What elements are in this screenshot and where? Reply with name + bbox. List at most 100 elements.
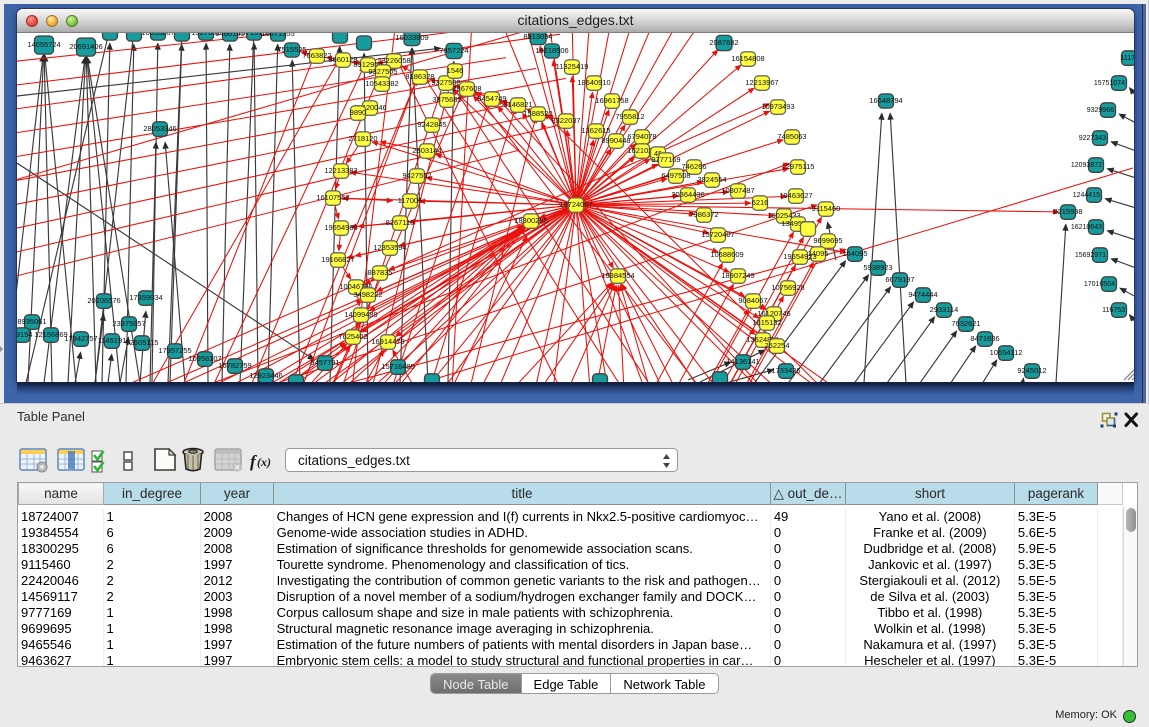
svg-text:18907249: 18907249	[721, 271, 754, 280]
svg-text:8215938: 8215938	[1053, 207, 1082, 216]
svg-text:19654985: 19654985	[324, 223, 357, 232]
svg-text:10654112: 10654112	[990, 348, 1023, 357]
svg-text:12353594: 12353594	[373, 243, 406, 252]
svg-text:12923446: 12923446	[249, 371, 282, 380]
svg-text:6679197: 6679197	[885, 275, 914, 284]
svg-text:9699695: 9699695	[813, 236, 842, 245]
svg-text:1244415: 1244415	[1073, 192, 1100, 199]
svg-text:10807487: 10807487	[721, 186, 754, 195]
svg-text:20206576: 20206576	[87, 296, 120, 305]
svg-text:1546: 1546	[447, 66, 464, 75]
svg-text:16107552: 16107552	[316, 193, 349, 202]
svg-text:8813054: 8813054	[523, 33, 552, 41]
svg-text:19166827: 19166827	[321, 255, 354, 264]
svg-text:16782759: 16782759	[218, 361, 251, 370]
svg-text:10688609: 10688609	[710, 250, 743, 259]
svg-text:39154: 39154	[17, 330, 32, 339]
svg-text:7632621: 7632621	[951, 319, 980, 328]
svg-text:15692971: 15692971	[1075, 252, 1106, 259]
svg-text:9227343: 9227343	[1079, 135, 1106, 142]
svg-text:8990448: 8990448	[601, 136, 630, 145]
svg-text:11325419: 11325419	[556, 62, 589, 71]
svg-text:9327505: 9327505	[368, 67, 397, 76]
svg-text:2933114: 2933114	[930, 305, 959, 314]
svg-text:12093872: 12093872	[1071, 162, 1102, 169]
svg-text:17942757: 17942757	[64, 334, 97, 343]
svg-text:7485063: 7485063	[777, 132, 806, 141]
svg-text:9427552: 9427552	[402, 171, 431, 180]
svg-text:746266: 746266	[681, 162, 706, 171]
svg-text:8186328: 8186328	[405, 72, 434, 81]
svg-text:1588520: 1588520	[523, 109, 552, 118]
svg-text:3875685: 3875685	[432, 95, 461, 104]
svg-text:9777169: 9777169	[651, 155, 680, 164]
svg-text:15720407: 15720407	[701, 230, 734, 239]
svg-text:8322037: 8322037	[551, 116, 580, 125]
svg-text:19218506: 19218506	[535, 46, 568, 55]
svg-text:20364436: 20364436	[671, 190, 704, 199]
svg-text:12505115: 12505115	[126, 338, 159, 347]
svg-text:3824554: 3824554	[697, 175, 726, 184]
svg-text:252254: 252254	[764, 341, 789, 350]
svg-text:2718120: 2718120	[348, 134, 377, 143]
svg-text:9245012: 9245012	[1017, 366, 1046, 375]
svg-text:14136141: 14136141	[726, 357, 759, 366]
svg-text:6216: 6216	[752, 198, 769, 207]
svg-text:14055724: 14055724	[27, 40, 60, 49]
svg-text:1733426: 1733426	[771, 366, 800, 375]
svg-text:17016504: 17016504	[1084, 281, 1115, 288]
svg-text:20691406: 20691406	[69, 42, 102, 51]
svg-text:7857224: 7857224	[439, 46, 468, 55]
svg-text:117006: 117006	[398, 196, 422, 205]
svg-text:2803144: 2803144	[412, 146, 441, 155]
svg-text:18724007: 18724007	[559, 200, 592, 209]
svg-text:7955812: 7955812	[615, 112, 644, 121]
svg-text:citations_edges.txt: citations_edges.txt	[298, 453, 410, 468]
svg-text:7986372: 7986372	[689, 210, 718, 219]
svg-text:18300295: 18300295	[514, 216, 547, 225]
svg-text:6497508: 6497508	[661, 171, 690, 180]
svg-text:2867608: 2867608	[452, 84, 481, 93]
svg-text:2087682: 2087682	[709, 38, 738, 47]
svg-text:23226058: 23226058	[377, 56, 410, 65]
svg-text:7625402: 7625402	[338, 332, 367, 341]
svg-text:16648794: 16648794	[869, 96, 902, 105]
svg-text:116753: 116753	[1102, 307, 1125, 314]
svg-text:16154808: 16154808	[731, 54, 764, 63]
svg-text:1362615: 1362615	[581, 126, 610, 135]
svg-text:9115460: 9115460	[812, 204, 841, 213]
svg-text:9329966: 9329966	[1087, 107, 1114, 114]
svg-text:9084067: 9084067	[738, 296, 767, 305]
svg-text:3498222: 3498222	[353, 290, 382, 299]
svg-text:17359934: 17359934	[129, 293, 162, 302]
svg-text:1145191: 1145191	[98, 336, 127, 345]
svg-text:8454749: 8454749	[477, 94, 506, 103]
svg-text:7663822: 7663822	[302, 51, 331, 60]
svg-text:12975115: 12975115	[782, 162, 815, 171]
svg-text:28053346: 28053346	[143, 124, 176, 133]
svg-text:887835: 887835	[367, 268, 392, 277]
svg-text:10543382: 10543382	[365, 79, 398, 88]
svg-text:5938923: 5938923	[863, 263, 892, 272]
svg-text:8471636: 8471636	[970, 334, 999, 343]
svg-text:6794078: 6794078	[627, 132, 656, 141]
svg-text:8267110: 8267110	[386, 218, 415, 227]
svg-text:12213383: 12213383	[324, 166, 357, 175]
svg-text:9242845: 9242845	[417, 120, 446, 129]
svg-text:9890: 9890	[350, 108, 367, 117]
svg-text:15751074: 15751074	[1094, 80, 1125, 87]
svg-text:12213967: 12213967	[745, 78, 778, 87]
svg-text:16671355: 16671355	[261, 33, 294, 38]
svg-text:16961758: 16961758	[595, 96, 628, 105]
svg-text:1615132: 1615132	[752, 318, 781, 327]
svg-text:16914479: 16914479	[371, 337, 404, 346]
svg-text:8935061: 8935061	[17, 317, 46, 326]
svg-text:19384554: 19384554	[601, 271, 634, 280]
svg-text:10653267: 10653267	[141, 33, 174, 37]
svg-text:23975857: 23975857	[112, 319, 145, 328]
svg-text:9146821: 9146821	[503, 100, 532, 109]
svg-text:15716485: 15716485	[381, 362, 414, 371]
svg-text:164095: 164095	[842, 249, 867, 258]
svg-text:12156869: 12156869	[34, 330, 67, 339]
svg-text:19654923: 19654923	[783, 252, 816, 261]
